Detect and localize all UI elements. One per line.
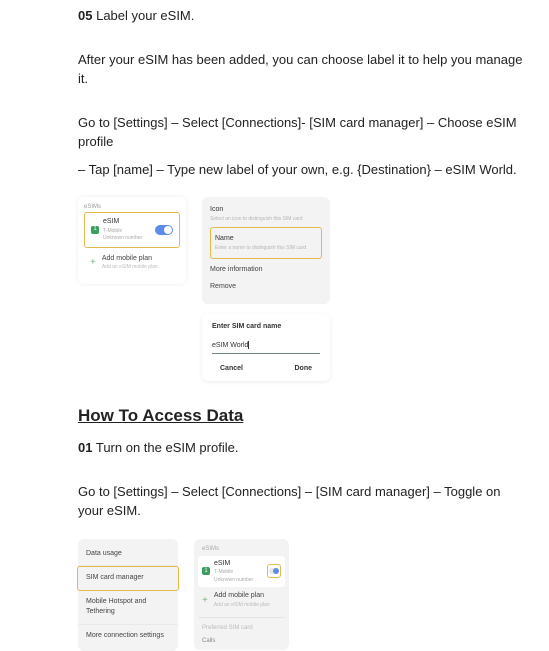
popup-cancel-button: Cancel: [220, 364, 243, 375]
preferred-sim-label: Preferred SIM card: [198, 622, 285, 635]
label-panel-column: Icon Select an icon to distinguish this …: [202, 197, 330, 381]
esim-carrier: T-Mobile: [103, 228, 142, 236]
plus-icon-2: +: [202, 593, 208, 608]
esim-number-2: Unknown number: [214, 577, 253, 585]
name-section-sub: Enter a name to distinguish this SIM car…: [215, 245, 317, 253]
goto-instruction-1: Go to [Settings] – Select [Connections]-…: [78, 113, 529, 152]
esims-header: eSIMs: [84, 203, 180, 212]
popup-input-value: eSIM World: [212, 342, 248, 349]
sim-index-badge: 1: [91, 226, 99, 234]
add-plan-sub-2: Add an eSIM mobile plan: [214, 602, 270, 610]
connections-card: Data usage SIM card manager Mobile Hotsp…: [78, 539, 178, 651]
step-01-line: 01 Turn on the eSIM profile.: [78, 438, 529, 458]
more-info-row: More information: [210, 265, 322, 276]
step-05-num: 05: [78, 8, 92, 23]
icon-section-sub: Select an icon to distinguish this SIM c…: [210, 216, 322, 224]
sim-manager-card: eSIMs 1 eSIM T-Mobile Unknown number + A…: [78, 197, 186, 284]
add-mobile-plan-row-2: + Add mobile plan Add an eSIM mobile pla…: [198, 587, 285, 613]
add-plan-label-2: Add mobile plan: [214, 591, 270, 602]
divider: [198, 617, 285, 618]
esim-toggle-2: [269, 568, 279, 574]
add-mobile-plan-row: + Add mobile plan Add an eSIM mobile pla…: [84, 248, 180, 278]
remove-row: Remove: [210, 282, 322, 293]
connections-row-more: More connection settings: [78, 625, 178, 648]
esim-carrier-2: T-Mobile: [214, 569, 253, 577]
esim-profile-row-2: 1 eSIM T-Mobile Unknown number: [198, 556, 285, 588]
step-05-title: Label your eSIM.: [96, 8, 194, 23]
how-to-access-data-heading: How To Access Data: [78, 403, 529, 429]
popup-input: eSIM World: [212, 337, 320, 355]
sim-detail-panel: Icon Select an icon to distinguish this …: [202, 197, 330, 304]
calls-label: Calls: [198, 635, 285, 648]
popup-title: Enter SIM card name: [212, 322, 320, 333]
sim-index-badge-2: 1: [202, 567, 210, 575]
name-section-box: Name Enter a name to distinguish this SI…: [210, 227, 322, 259]
plus-icon: +: [90, 255, 96, 270]
esim-toggle-highlight: [267, 564, 281, 578]
illustration-access-data: Data usage SIM card manager Mobile Hotsp…: [78, 539, 529, 651]
esim-profile-row: 1 eSIM T-Mobile Unknown number: [84, 212, 180, 248]
popup-done-button: Done: [295, 364, 313, 375]
text-cursor: [248, 341, 249, 349]
after-added-paragraph: After your eSIM has been added, you can …: [78, 50, 529, 89]
illustration-label-esim: eSIMs 1 eSIM T-Mobile Unknown number + A…: [78, 197, 529, 381]
tap-instruction: – Tap [name] – Type new label of your ow…: [78, 160, 529, 180]
esim-name: eSIM: [103, 217, 142, 228]
esim-toggle: [155, 225, 173, 235]
connections-row-data-usage: Data usage: [78, 543, 178, 567]
connections-row-sim-manager: SIM card manager: [77, 566, 179, 591]
add-plan-label: Add mobile plan: [102, 254, 158, 265]
name-input-popup: Enter SIM card name eSIM World Cancel Do…: [202, 314, 330, 381]
step-01-title: Turn on the eSIM profile.: [96, 440, 239, 455]
esims-header-2: eSIMs: [198, 543, 285, 556]
step-05-line: 05 Label your eSIM.: [78, 6, 529, 26]
sim-manager-card-2: eSIMs 1 eSIM T-Mobile Unknown number + A…: [194, 539, 289, 651]
name-section-title: Name: [215, 234, 317, 245]
icon-section-title: Icon: [210, 205, 322, 216]
goto-instruction-2: Go to [Settings] – Select [Connections] …: [78, 482, 529, 521]
esim-name-2: eSIM: [214, 559, 253, 570]
esim-number: Unknown number: [103, 235, 142, 243]
connections-row-hotspot: Mobile Hotspot and Tethering: [78, 591, 178, 625]
step-01-num: 01: [78, 440, 92, 455]
add-plan-sub: Add an eSIM mobile plan: [102, 264, 158, 272]
